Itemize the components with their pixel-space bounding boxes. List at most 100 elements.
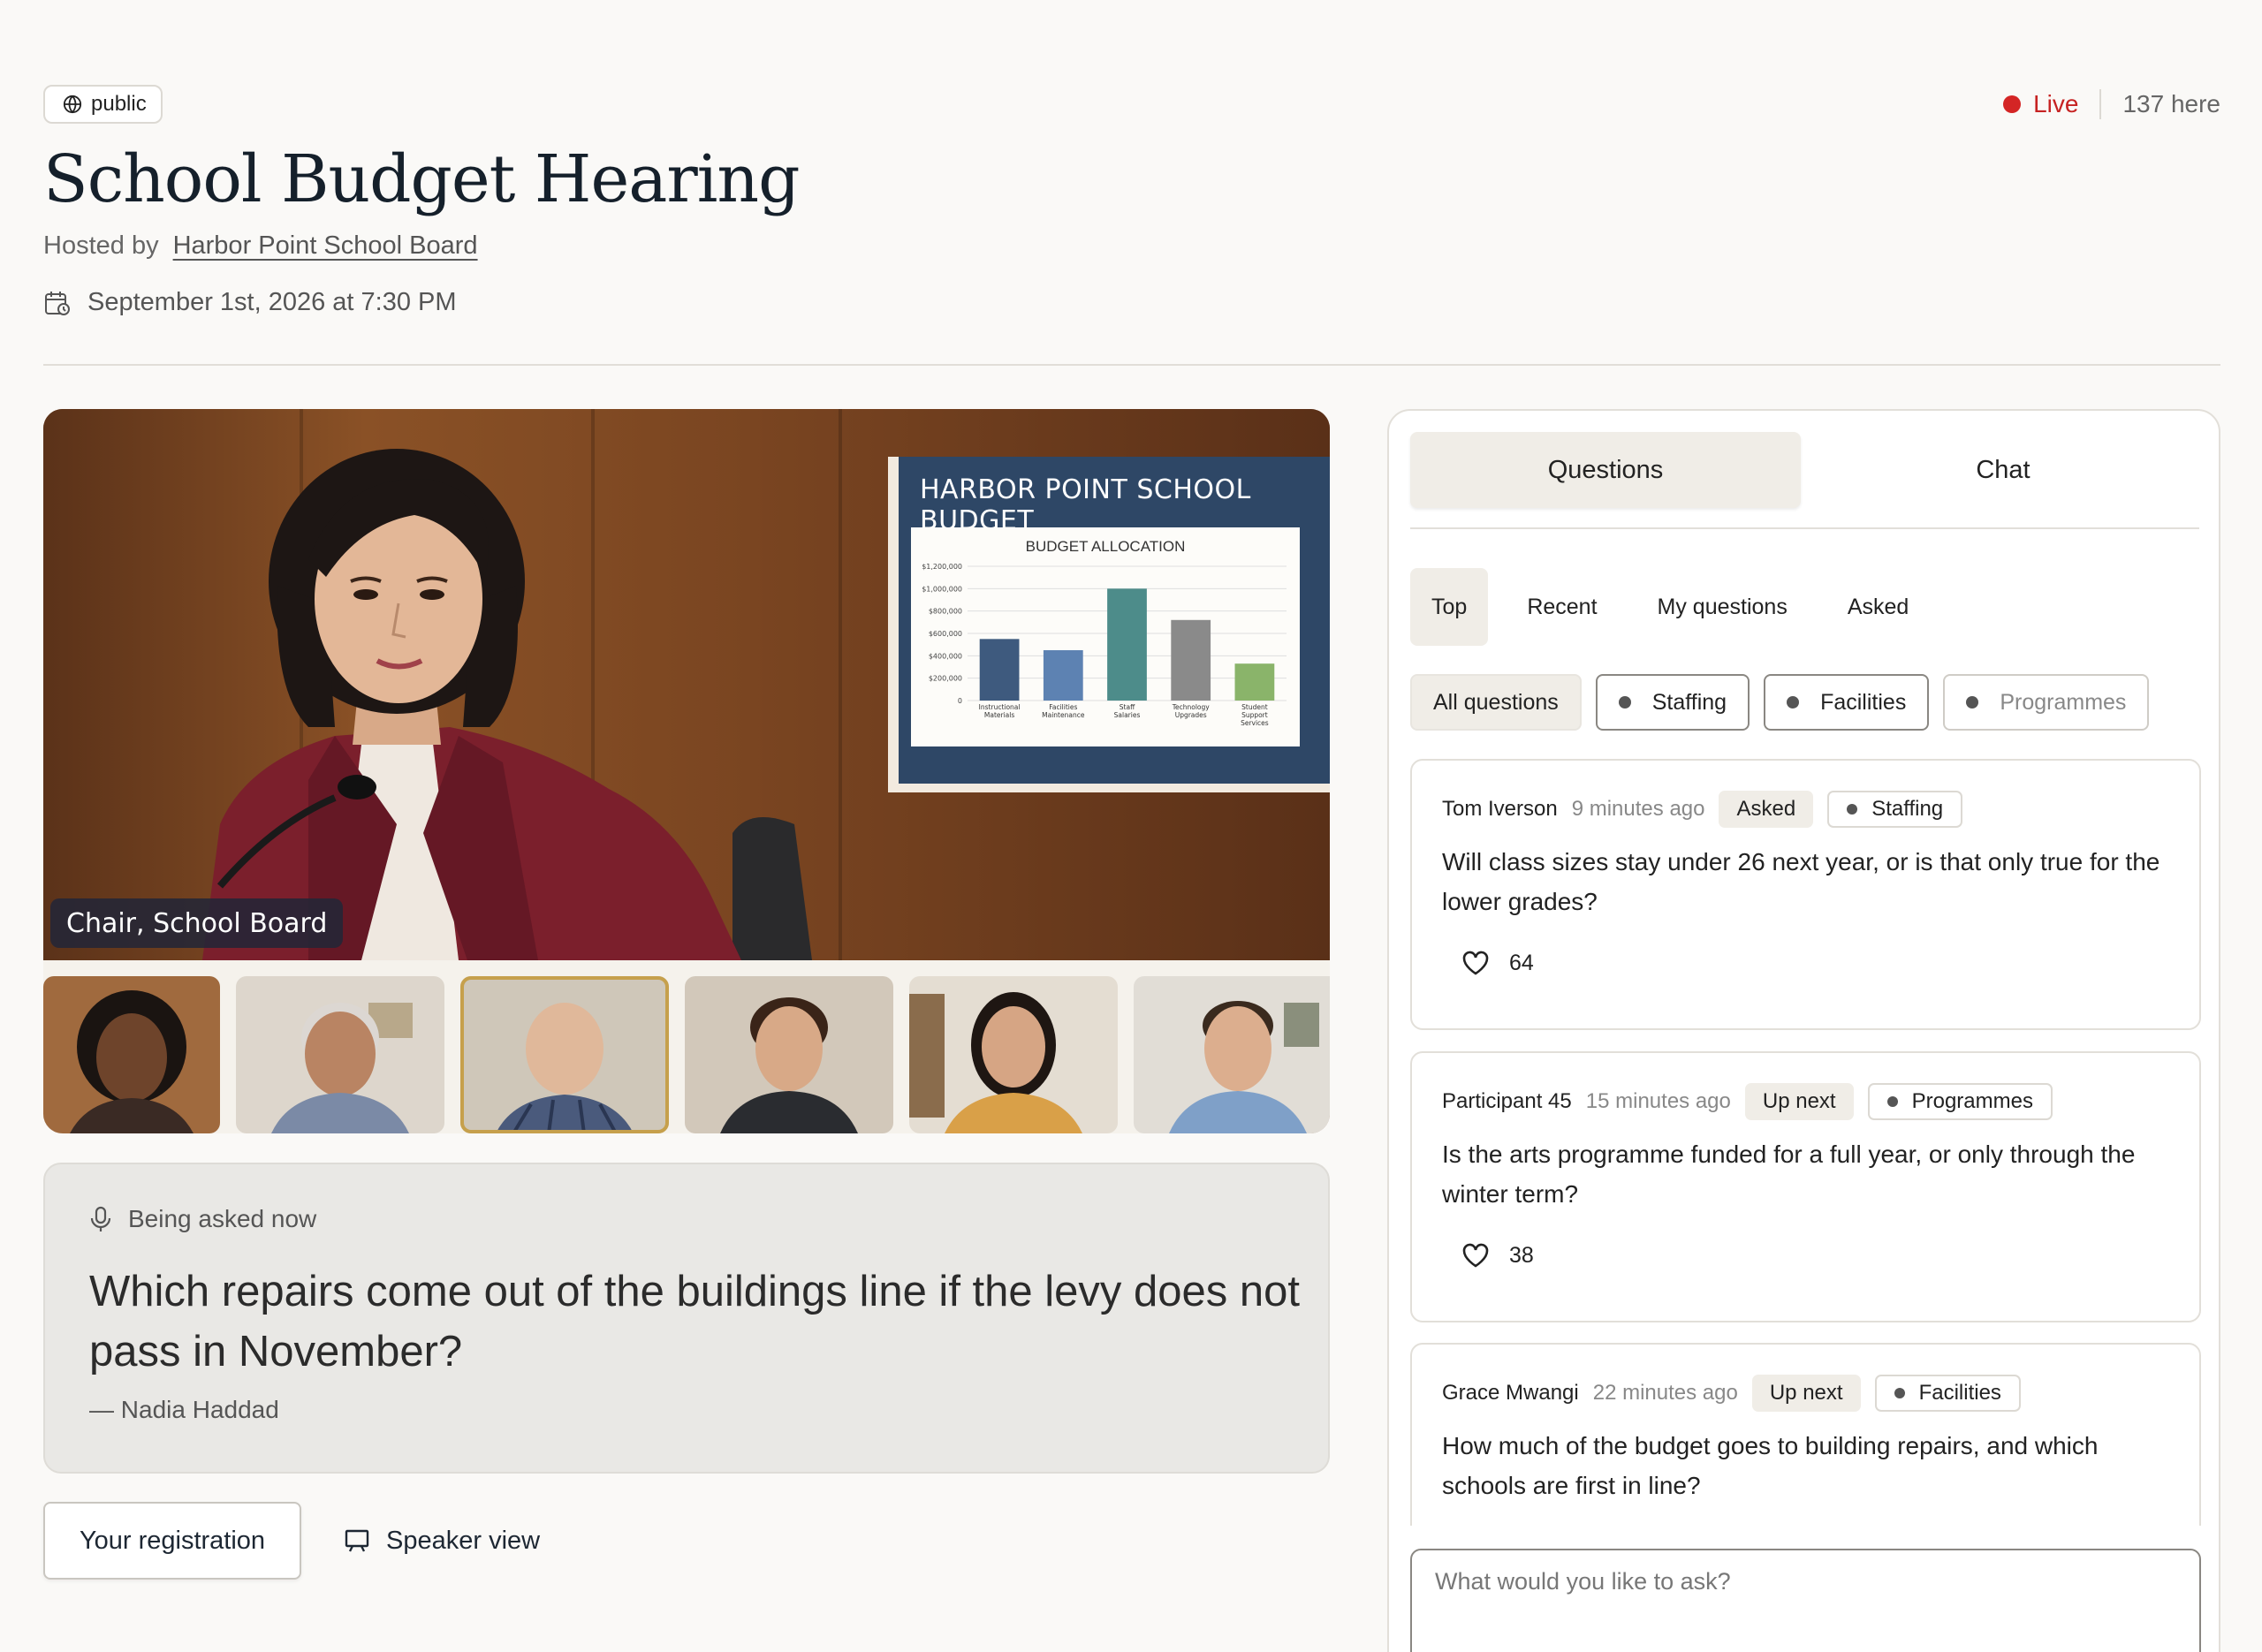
category-dot-icon [1966, 696, 1979, 709]
video-player[interactable]: HARBOR POINT SCHOOL BUDGET BUDGET ALLOCA… [43, 409, 1330, 1133]
category-dot-icon [1894, 1388, 1905, 1398]
like-count: 38 [1509, 1242, 1534, 1268]
tab-chat[interactable]: Chat [1808, 432, 2198, 508]
x-tick-label: Salaries [1114, 711, 1141, 719]
speaker-view-button[interactable]: Speaker view [344, 1502, 540, 1580]
category-label: Staffing [1871, 797, 1944, 821]
speaker-caption: Chair, School Board [50, 898, 344, 948]
y-tick-label: $600,000 [929, 630, 962, 638]
x-tick-label: Student [1241, 703, 1268, 711]
question-time: 9 minutes ago [1571, 797, 1705, 821]
question-meta: Tom Iverson 9 minutes ago Asked Staffing [1442, 791, 1963, 828]
slide-bar-chart: 0 $200,000 $400,000 $600,000 $800,000 $1,000,… [922, 563, 1287, 727]
sort-asked[interactable]: Asked [1826, 568, 1930, 646]
x-tick-label: Technology [1172, 703, 1211, 711]
x-tick-label: Maintenance [1042, 711, 1085, 719]
participant-thumbnail-active[interactable] [460, 976, 669, 1133]
question-card[interactable]: Participant 45 15 minutes ago Up next Pr… [1410, 1051, 2201, 1322]
category-label: Facilities [1918, 1381, 2001, 1405]
attendance-count: 137 here [2122, 90, 2220, 117]
qa-panel: Questions Chat Top Recent My questions A… [1387, 409, 2220, 1652]
ask-question-input[interactable] [1410, 1549, 2201, 1652]
main-speaker-video[interactable]: HARBOR POINT SCHOOL BUDGET BUDGET ALLOCA… [43, 409, 1330, 960]
bar [979, 639, 1020, 701]
y-tick-label: $200,000 [929, 675, 962, 683]
filter-staffing[interactable]: Staffing [1595, 674, 1750, 731]
heart-icon [1462, 951, 1489, 975]
header-divider [43, 364, 2220, 366]
live-dot-icon [2003, 95, 2022, 113]
live-status: Live 137 here [2003, 85, 2220, 124]
filter-facilities[interactable]: Facilities [1764, 674, 1930, 731]
event-datetime: September 1st, 2026 at 7:30 PM [43, 288, 457, 317]
like-button[interactable]: 38 [1461, 1242, 1534, 1269]
tab-questions[interactable]: Questions [1410, 432, 1801, 508]
y-tick-label: $1,200,000 [922, 563, 962, 571]
question-text: Is the arts programme funded for a full … [1442, 1140, 2136, 1208]
speaker-figure [202, 449, 812, 960]
your-registration-button[interactable]: Your registration [43, 1502, 301, 1580]
hosted-by-label: Hosted by [43, 231, 159, 260]
x-tick-label: Instructional [979, 703, 1021, 711]
status-badge: Asked [1719, 791, 1814, 828]
filter-all-questions[interactable]: All questions [1410, 674, 1582, 731]
y-tick-label: $800,000 [929, 608, 962, 616]
participant-thumbnail[interactable] [43, 976, 220, 1133]
sort-top[interactable]: Top [1410, 568, 1489, 646]
question-card[interactable]: Tom Iverson 9 minutes ago Asked Staffing… [1410, 759, 2201, 1030]
microphone-icon [90, 1206, 111, 1231]
slide-chart-panel: BUDGET ALLOCATION 0 $200,000 $400,000 $600,… [911, 527, 1300, 746]
sort-my-questions[interactable]: My questions [1636, 568, 1809, 646]
participant-thumbnail[interactable] [1134, 976, 1330, 1133]
presentation-icon [345, 1529, 369, 1552]
y-tick-label: $400,000 [929, 652, 962, 660]
heart-icon [1462, 1243, 1489, 1268]
participant-thumbnail[interactable] [685, 976, 893, 1133]
sort-options: Top Recent My questions Asked [1410, 568, 1930, 646]
category-badge: Staffing [1827, 791, 1963, 828]
question-author: Tom Iverson [1442, 797, 1558, 821]
category-dot-icon [1847, 804, 1858, 815]
question-text: How much of the budget goes to building … [1442, 1432, 2099, 1499]
x-tick-label: Services [1241, 719, 1269, 727]
category-dot-icon [1787, 696, 1800, 709]
y-tick-label: 0 [958, 697, 962, 705]
question-author: Grace Mwangi [1442, 1381, 1579, 1405]
filter-label: Staffing [1651, 689, 1727, 715]
panel-tabs: Questions Chat [1410, 432, 2199, 529]
bar [1107, 588, 1147, 701]
y-tick-label: $1,000,000 [922, 585, 962, 593]
bar [1043, 650, 1083, 701]
question-meta: Participant 45 15 minutes ago Up next Pr… [1442, 1083, 2053, 1120]
category-dot-icon [1618, 696, 1631, 709]
participant-thumbnail[interactable] [236, 976, 444, 1133]
bar [1234, 663, 1275, 701]
budget-slide: HARBOR POINT SCHOOL BUDGET BUDGET ALLOCA… [888, 457, 1330, 792]
now-asking-header: Being asked now [89, 1205, 316, 1233]
x-tick-label: Staff [1120, 703, 1135, 711]
status-badge: Up next [1744, 1083, 1854, 1120]
question-time: 22 minutes ago [1592, 1381, 1738, 1405]
x-tick-label: Materials [984, 711, 1014, 719]
question-card[interactable]: Grace Mwangi 22 minutes ago Up next Faci… [1410, 1343, 2201, 1526]
category-filters: All questions Staffing Facilities Progra… [1410, 674, 2150, 731]
category-badge: Programmes [1867, 1083, 2053, 1120]
sort-recent[interactable]: Recent [1506, 568, 1618, 646]
question-time: 15 minutes ago [1585, 1089, 1731, 1113]
host-link[interactable]: Harbor Point School Board [173, 231, 478, 261]
participant-thumbnail[interactable] [909, 976, 1118, 1133]
like-button[interactable]: 64 [1461, 950, 1534, 976]
now-asking-panel: Being asked now Which repairs come out o… [43, 1163, 1330, 1474]
status-badge: Up next [1751, 1375, 1861, 1412]
question-text: Will class sizes stay under 26 next year… [1442, 848, 2160, 915]
filter-label: Programmes [2000, 689, 2127, 715]
x-tick-label: Facilities [1049, 703, 1077, 711]
category-label: Programmes [1911, 1089, 2033, 1113]
filter-programmes[interactable]: Programmes [1943, 674, 2150, 731]
live-label: Live [2033, 90, 2079, 117]
x-tick-label: Support [1241, 711, 1268, 719]
question-list: Tom Iverson 9 minutes ago Asked Staffing… [1410, 759, 2201, 1526]
page-title: School Budget Hearing [43, 141, 800, 217]
speaker-view-label: Speaker view [386, 1526, 541, 1555]
visibility-label: public [91, 92, 147, 116]
